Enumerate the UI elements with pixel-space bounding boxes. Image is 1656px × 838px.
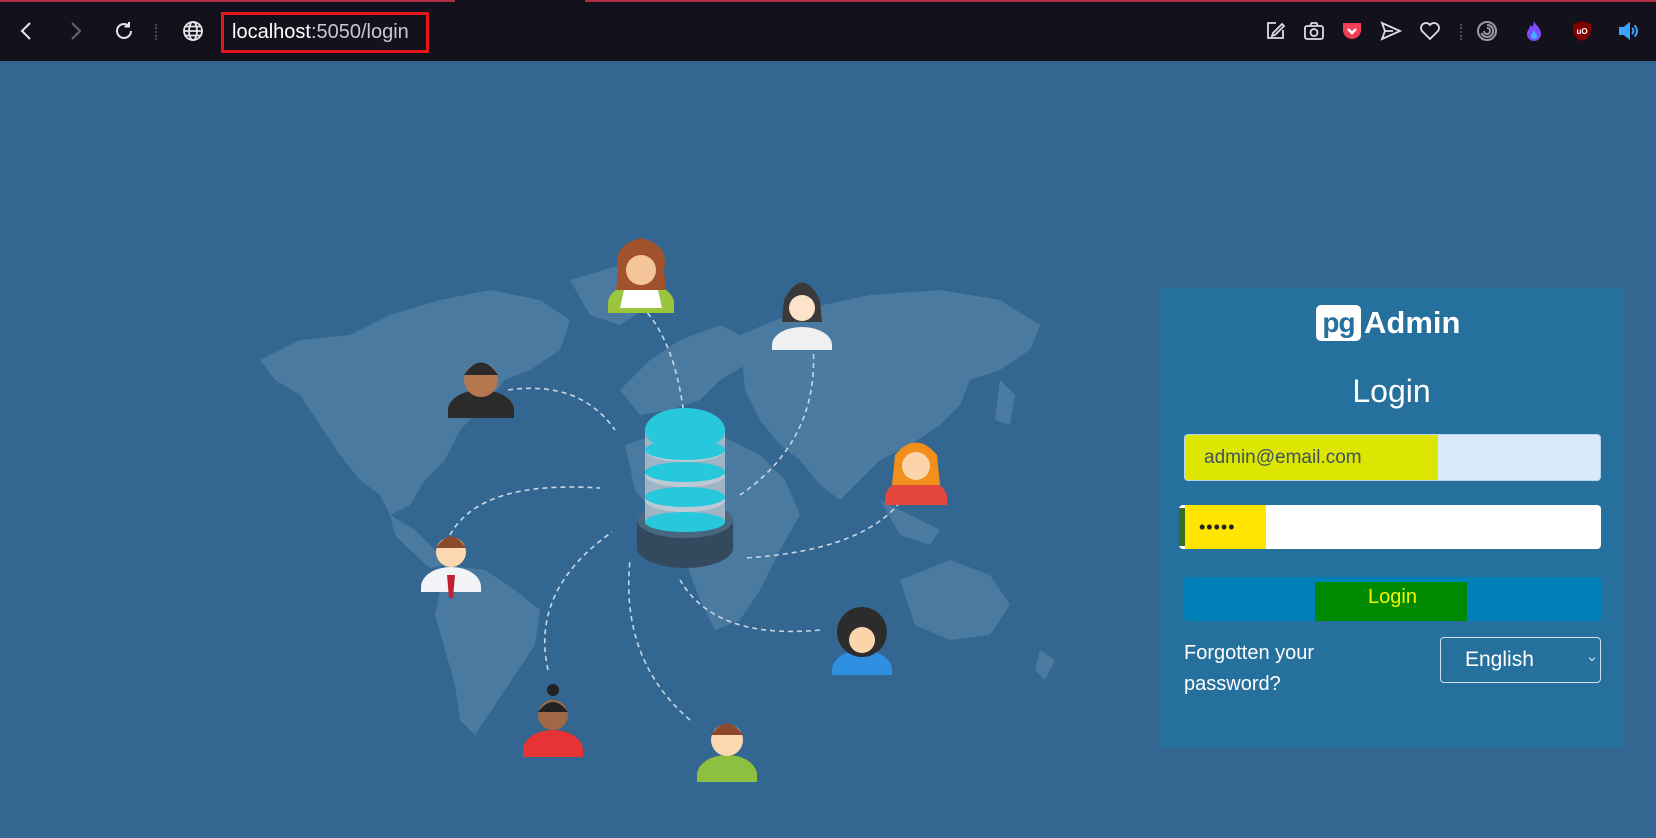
address-bar[interactable]: localhost:5050/login: [221, 12, 429, 53]
reload-icon[interactable]: [109, 16, 139, 46]
network-illustration: [240, 230, 1120, 810]
login-button-label: Login: [1368, 586, 1417, 608]
toolbar-divider: [155, 24, 157, 40]
login-button[interactable]: Login: [1184, 577, 1601, 621]
chevron-down-icon: [1588, 657, 1596, 662]
globe-icon[interactable]: [178, 16, 208, 46]
email-field[interactable]: [1184, 434, 1601, 481]
email-input[interactable]: [1185, 435, 1600, 480]
url-path: :5050/login: [310, 21, 409, 43]
avatar: [523, 684, 583, 757]
heart-icon[interactable]: [1416, 17, 1444, 45]
login-card: pg Admin Login Login Forgotten your pass…: [1159, 288, 1624, 748]
password-input[interactable]: [1185, 505, 1601, 549]
svg-text:uO: uO: [1576, 27, 1587, 36]
page-title: Login: [1352, 373, 1431, 409]
ublock-icon[interactable]: uO: [1568, 17, 1596, 45]
forgot-password-link[interactable]: Forgotten your password?: [1184, 638, 1354, 700]
database-icon: [637, 408, 733, 568]
avatar: [608, 238, 674, 313]
url-host: localhost: [232, 21, 311, 43]
browser-toolbar: localhost:5050/login uO: [0, 0, 1656, 61]
send-icon[interactable]: [1377, 17, 1405, 45]
pocket-icon[interactable]: [1338, 17, 1366, 45]
pencil-square-icon[interactable]: [1261, 17, 1289, 45]
tab-indicator: [0, 0, 455, 2]
speaker-icon[interactable]: [1615, 17, 1643, 45]
password-field[interactable]: [1179, 505, 1601, 549]
spiral-icon[interactable]: [1473, 17, 1501, 45]
forward-icon[interactable]: [60, 16, 90, 46]
pgadmin-logo: pg Admin: [1316, 303, 1460, 343]
camera-icon[interactable]: [1300, 17, 1328, 45]
tab-indicator: [585, 0, 1656, 2]
avatar: [832, 607, 892, 675]
logo-admin: Admin: [1364, 305, 1461, 340]
logo-pg: pg: [1316, 305, 1361, 341]
language-select[interactable]: English: [1440, 637, 1601, 683]
flame-icon[interactable]: [1520, 17, 1548, 45]
back-icon[interactable]: [12, 16, 42, 46]
avatar: [697, 723, 757, 782]
language-value: English: [1465, 648, 1534, 671]
toolbar-divider: [1460, 24, 1462, 40]
